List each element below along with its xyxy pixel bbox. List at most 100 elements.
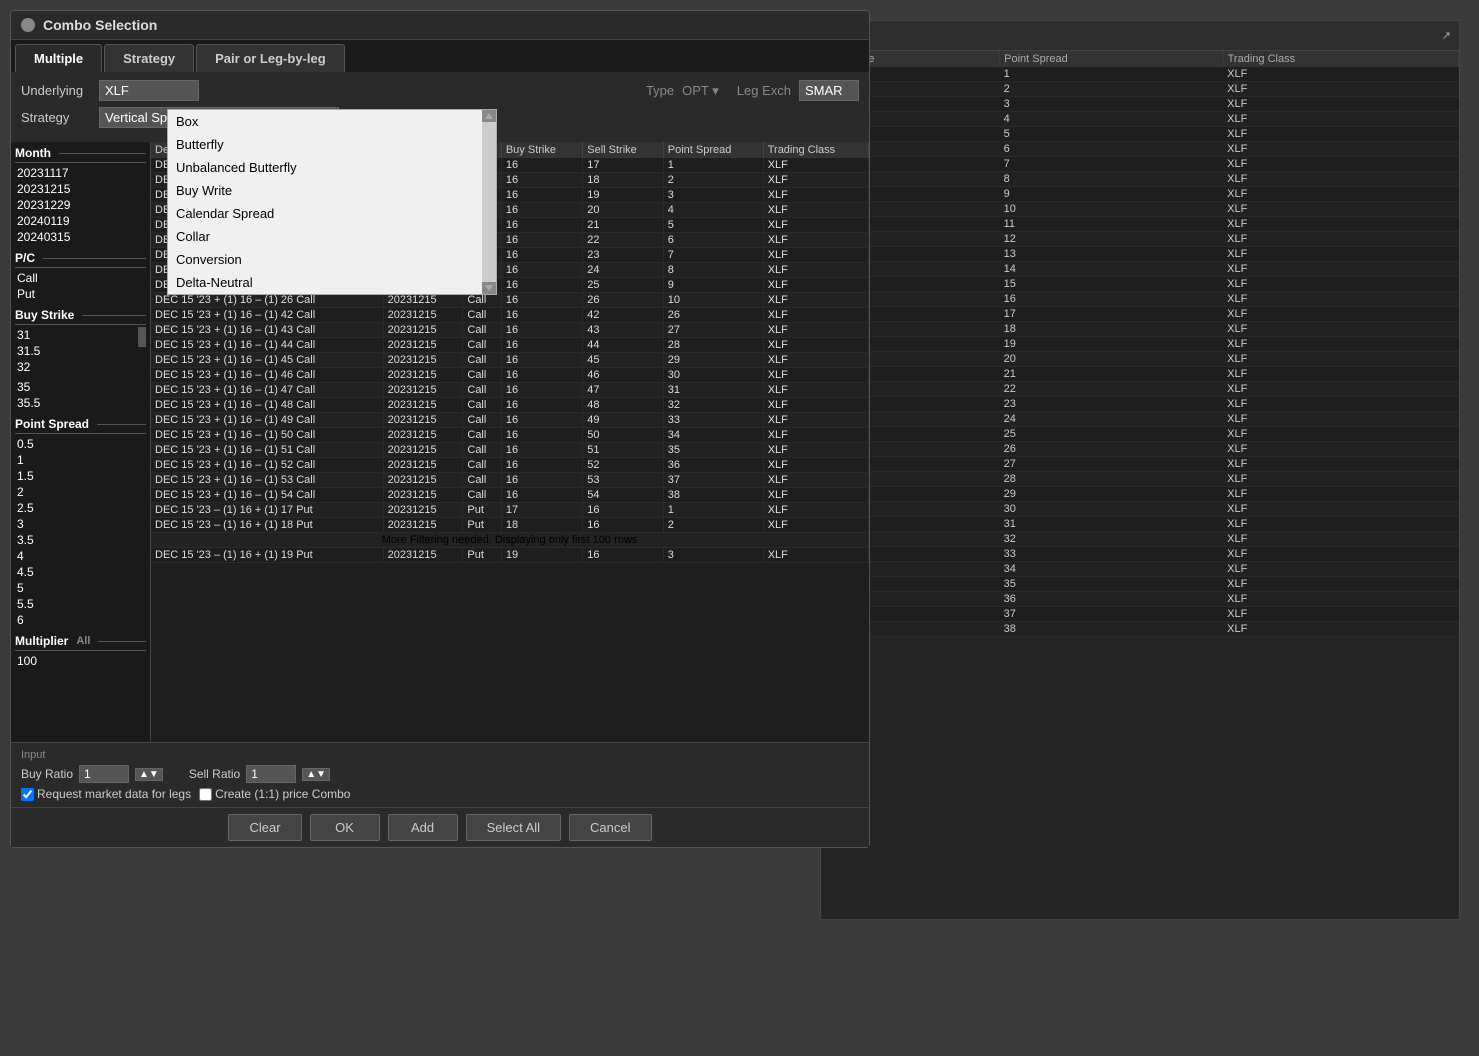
point-spread-item-5[interactable]: 3 — [15, 516, 146, 532]
bg-row-class: XLF — [1223, 457, 1458, 472]
pc-item-put[interactable]: Put — [15, 286, 146, 302]
buy-ratio-spinner[interactable]: ▲▼ — [135, 768, 163, 781]
table-row[interactable]: DEC 15 '23 + (1) 16 – (1) 45 Call 202312… — [151, 353, 869, 368]
table-row[interactable]: DEC 15 '23 + (1) 16 – (1) 47 Call 202312… — [151, 383, 869, 398]
scroll-up-arrow[interactable] — [482, 110, 496, 122]
point-spread-item-2[interactable]: 1.5 — [15, 468, 146, 484]
dropdown-scrollbar[interactable] — [482, 110, 496, 294]
sell-strike-item-1[interactable]: 35.5 — [15, 395, 146, 411]
point-spread-item-7[interactable]: 4 — [15, 548, 146, 564]
point-spread-item-8[interactable]: 4.5 — [15, 564, 146, 580]
point-spread-item-10[interactable]: 5.5 — [15, 596, 146, 612]
scroll-down-arrow[interactable] — [482, 282, 496, 294]
month-item-0[interactable]: 20231117 — [15, 165, 146, 181]
bg-row-spread: 21 — [1000, 367, 1224, 382]
buy-ratio-input[interactable] — [79, 765, 129, 783]
dropdown-item-box[interactable]: Box — [168, 110, 496, 133]
row-buy: 16 — [501, 188, 582, 203]
row-class: XLF — [763, 233, 868, 248]
month-item-3[interactable]: 20240119 — [15, 213, 146, 229]
table-row[interactable]: DEC 15 '23 + (1) 16 – (1) 53 Call 202312… — [151, 473, 869, 488]
dropdown-item-buy-write[interactable]: Buy Write — [168, 179, 496, 202]
month-item-4[interactable]: 20240315 — [15, 229, 146, 245]
month-item-2[interactable]: 20231229 — [15, 197, 146, 213]
table-row[interactable]: DEC 15 '23 + (1) 16 – (1) 46 Call 202312… — [151, 368, 869, 383]
leg-exch-input[interactable] — [799, 80, 859, 101]
buy-strike-item-0[interactable]: 31 — [15, 327, 146, 343]
cancel-button[interactable]: Cancel — [569, 814, 651, 841]
bg-col-trading-class: Trading Class — [1223, 51, 1458, 67]
row-class: XLF — [763, 323, 868, 338]
row-sell: 48 — [583, 398, 664, 413]
add-button[interactable]: Add — [388, 814, 458, 841]
table-row[interactable]: DEC 15 '23 – (1) 16 + (1) 17 Put 2023121… — [151, 503, 869, 518]
table-row[interactable]: DEC 15 '23 – (1) 16 + (1) 18 Put 2023121… — [151, 518, 869, 533]
pc-item-call[interactable]: Call — [15, 270, 146, 286]
row-class: XLF — [763, 413, 868, 428]
row-desc: DEC 15 '23 + (1) 16 – (1) 54 Call — [151, 488, 383, 503]
row-sell: 23 — [583, 248, 664, 263]
table-row[interactable]: DEC 15 '23 + (1) 16 – (1) 52 Call 202312… — [151, 458, 869, 473]
bg-table-row: 52 36 XLF — [821, 592, 1459, 607]
tab-strategy[interactable]: Strategy — [104, 44, 194, 72]
table-row[interactable]: DEC 15 '23 + (1) 16 – (1) 50 Call 202312… — [151, 428, 869, 443]
bg-table-row: 44 28 XLF — [821, 472, 1459, 487]
table-row[interactable]: DEC 15 '23 + (1) 16 – (1) 42 Call 202312… — [151, 308, 869, 323]
dropdown-item-conversion[interactable]: Conversion — [168, 248, 496, 271]
tab-pair-leg[interactable]: Pair or Leg-by-leg — [196, 44, 345, 72]
underlying-input[interactable] — [99, 80, 199, 101]
table-row[interactable]: DEC 15 '23 – (1) 16 + (1) 19 Put 2023121… — [151, 548, 869, 563]
table-row[interactable]: DEC 15 '23 + (1) 16 – (1) 48 Call 202312… — [151, 398, 869, 413]
table-row[interactable]: DEC 15 '23 + (1) 16 – (1) 49 Call 202312… — [151, 413, 869, 428]
dropdown-item-calendar-spread[interactable]: Calendar Spread — [168, 202, 496, 225]
row-pc: Put — [463, 503, 501, 518]
bg-table-row: 31 15 XLF — [821, 277, 1459, 292]
row-sell: 43 — [583, 323, 664, 338]
dropdown-item-delta-neutral[interactable]: Delta-Neutral — [168, 271, 496, 294]
point-spread-item-4[interactable]: 2.5 — [15, 500, 146, 516]
table-row[interactable]: DEC 15 '23 + (1) 16 – (1) 54 Call 202312… — [151, 488, 869, 503]
table-row[interactable]: DEC 15 '23 + (1) 16 – (1) 44 Call 202312… — [151, 338, 869, 353]
type-dropdown-arrow[interactable]: ▾ — [712, 83, 719, 98]
buy-strike-item-2[interactable]: 32 — [15, 359, 146, 375]
point-spread-item-11[interactable]: 6 — [15, 612, 146, 628]
point-spread-item-1[interactable]: 1 — [15, 452, 146, 468]
sell-strike-item-0[interactable]: 35 — [15, 379, 146, 395]
buy-strike-scrollbar[interactable] — [138, 327, 146, 347]
bg-row-spread: 23 — [1000, 397, 1224, 412]
row-spread: 27 — [663, 323, 763, 338]
select-all-button[interactable]: Select All — [466, 814, 561, 841]
row-desc: DEC 15 '23 + (1) 16 – (1) 42 Call — [151, 308, 383, 323]
dropdown-item-collar[interactable]: Collar — [168, 225, 496, 248]
tab-multiple[interactable]: Multiple — [15, 44, 102, 72]
bg-table-row: 22 6 XLF — [821, 142, 1459, 157]
bg-table-row: 43 27 XLF — [821, 457, 1459, 472]
filter-panel: Month 20231117 20231215 20231229 2024011… — [11, 142, 151, 742]
buy-strike-item-1[interactable]: 31.5 — [15, 343, 146, 359]
table-row[interactable]: DEC 15 '23 + (1) 16 – (1) 43 Call 202312… — [151, 323, 869, 338]
point-spread-item-9[interactable]: 5 — [15, 580, 146, 596]
point-spread-item-3[interactable]: 2 — [15, 484, 146, 500]
bg-row-class: XLF — [1223, 352, 1458, 367]
price-combo-checkbox[interactable] — [199, 788, 212, 801]
row-pc: Call — [463, 368, 501, 383]
point-spread-item-6[interactable]: 3.5 — [15, 532, 146, 548]
market-data-checkbox[interactable] — [21, 788, 34, 801]
bg-row-spread: 34 — [1000, 562, 1224, 577]
bg-row-class: XLF — [1223, 592, 1458, 607]
row-month: 20231215 — [383, 368, 463, 383]
bg-row-spread: 9 — [1000, 187, 1224, 202]
dropdown-item-unbalanced-butterfly[interactable]: Unbalanced Butterfly — [168, 156, 496, 179]
month-item-1[interactable]: 20231215 — [15, 181, 146, 197]
bg-table-row: 46 30 XLF — [821, 502, 1459, 517]
table-row[interactable]: DEC 15 '23 + (1) 16 – (1) 51 Call 202312… — [151, 443, 869, 458]
point-spread-item-0[interactable]: 0.5 — [15, 436, 146, 452]
sell-ratio-input[interactable] — [246, 765, 296, 783]
clear-button[interactable]: Clear — [228, 814, 301, 841]
ok-button[interactable]: OK — [310, 814, 380, 841]
sell-ratio-spinner[interactable]: ▲▼ — [302, 768, 330, 781]
multiplier-item-0[interactable]: 100 — [15, 653, 146, 669]
leg-exch-label: Leg Exch — [737, 83, 791, 98]
dropdown-item-butterfly[interactable]: Butterfly — [168, 133, 496, 156]
window-close-button[interactable] — [21, 18, 35, 32]
